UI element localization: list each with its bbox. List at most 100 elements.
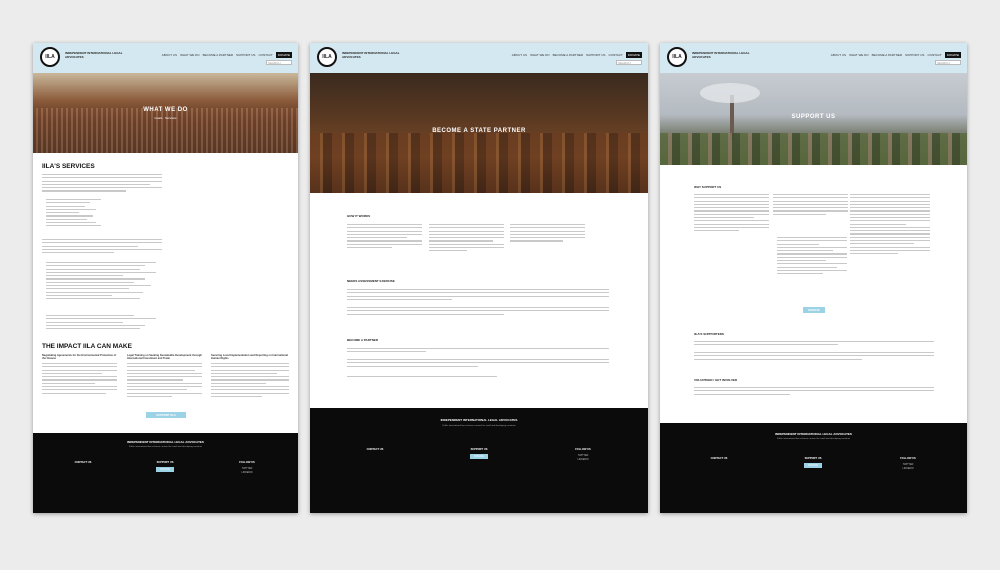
site-header: IILA INDEPENDENT INTERNATIONAL LEGAL ADV… <box>33 43 298 73</box>
impact-col-3-title: Securing Local Implementation and Report… <box>211 354 288 361</box>
donate-button[interactable]: DONATE <box>625 52 642 58</box>
nav-support[interactable]: SUPPORT US <box>586 53 605 57</box>
assembly-seats <box>33 108 298 153</box>
main-nav: ABOUT US WHAT WE DO BECOME A PARTNER SUP… <box>162 52 292 58</box>
supporters-paragraph-1 <box>694 341 934 348</box>
main-nav: ABOUT US WHAT WE DO BECOME A PARTNER SUP… <box>512 52 642 58</box>
partner-paragraph-3 <box>347 376 497 379</box>
nav-support[interactable]: SUPPORT US <box>905 53 924 57</box>
services-list-2 <box>46 262 156 301</box>
footer-support: SUPPORT US DONATE <box>470 448 488 460</box>
nav-contact[interactable]: CONTACT <box>927 53 941 57</box>
iila-logo[interactable]: IILA <box>317 47 337 67</box>
nav-about[interactable]: ABOUT US <box>512 53 527 57</box>
org-name: INDEPENDENT INTERNATIONAL LEGAL ADVOCATE… <box>692 51 750 59</box>
nav-partner[interactable]: BECOME A PARTNER <box>553 53 583 57</box>
how-col-2 <box>429 224 504 254</box>
why-col-3 <box>850 194 930 256</box>
supporters-paragraph-2 <box>694 352 934 362</box>
why-col-1 <box>694 194 769 233</box>
org-name: INDEPENDENT INTERNATIONAL LEGAL ADVOCATE… <box>65 51 123 59</box>
impact-col-2-title: Legal Training on Seeking Sustainable De… <box>127 354 202 361</box>
smoke <box>700 83 760 103</box>
hero-title: SUPPORT US <box>791 114 836 120</box>
services-list <box>46 199 101 229</box>
site-header: IILA INDEPENDENT INTERNATIONAL LEGAL ADV… <box>660 43 967 73</box>
linkedin-link[interactable]: LINKEDIN <box>902 467 913 470</box>
section-title-impact: THE IMPACT IILA CAN MAKE <box>42 343 132 350</box>
footer-support: SUPPORT US DONATE <box>804 457 822 469</box>
page-become-partner: IILA INDEPENDENT INTERNATIONAL LEGAL ADV… <box>310 43 648 513</box>
services-list-3 <box>46 315 156 331</box>
support-iila-button[interactable]: SUPPORT IILA <box>146 412 186 418</box>
nav-what-we-do[interactable]: WHAT WE DO <box>180 53 200 57</box>
nav-contact[interactable]: CONTACT <box>608 53 622 57</box>
footer-org-name: INDEPENDENT INTERNATIONAL LEGAL ADVOCATE… <box>440 418 518 422</box>
needs-paragraph-2 <box>347 307 609 317</box>
footer-support: SUPPORT US DONATE <box>156 461 174 473</box>
hero-title: WHAT WE DO <box>143 107 188 113</box>
org-name: INDEPENDENT INTERNATIONAL LEGAL ADVOCATE… <box>342 51 400 59</box>
iila-logo[interactable]: IILA <box>667 47 687 67</box>
impact-col-1-title: Negotiating Agreements for the Environme… <box>42 354 117 361</box>
impact-col-3-text <box>211 363 289 399</box>
book-spines <box>310 133 648 193</box>
footer-tagline: Public international law in-house counse… <box>128 446 203 448</box>
why-col-2 <box>773 194 848 217</box>
footer-follow: FOLLOW US TWITTER LINKEDIN <box>575 448 591 461</box>
nav-about[interactable]: ABOUT US <box>162 53 177 57</box>
impact-col-2-text <box>127 363 202 399</box>
needs-assessment-title: NEEDS ASSESSMENT EXERCISE <box>347 279 395 283</box>
nav-partner[interactable]: BECOME A PARTNER <box>203 53 233 57</box>
donate-button[interactable]: DONATE <box>944 52 961 58</box>
footer-org-name: INDEPENDENT INTERNATIONAL LEGAL ADVOCATE… <box>127 440 204 444</box>
hero-image-assembly: WHAT WE DO Goals · Services <box>33 73 298 153</box>
search-input[interactable]: SEARCH <box>616 60 642 65</box>
why-bullets <box>777 237 847 276</box>
how-it-works-title: HOW IT WORKS <box>347 214 371 218</box>
footer-donate-button[interactable]: DONATE <box>804 463 822 469</box>
nav-what-we-do[interactable]: WHAT WE DO <box>530 53 550 57</box>
iila-logo[interactable]: IILA <box>40 47 60 67</box>
how-col-3 <box>510 224 585 244</box>
why-support-title: WHY SUPPORT US <box>694 185 722 189</box>
services-paragraph <box>42 174 162 194</box>
partner-paragraph-1 <box>347 348 609 355</box>
hero-title: BECOME A STATE PARTNER <box>432 128 526 134</box>
page-what-we-do: IILA INDEPENDENT INTERNATIONAL LEGAL ADV… <box>33 43 298 513</box>
nav-contact[interactable]: CONTACT <box>258 53 272 57</box>
impact-col-1-text <box>42 363 117 396</box>
donate-cta-button[interactable]: DONATE <box>803 307 825 313</box>
page-support-us: IILA INDEPENDENT INTERNATIONAL LEGAL ADV… <box>660 43 967 513</box>
linkedin-link[interactable]: LINKEDIN <box>241 471 252 474</box>
footer-follow: FOLLOW US TWITTER LINKEDIN <box>239 461 255 474</box>
how-col-1 <box>347 224 422 250</box>
volunteer-title: VOLUNTEER / GET INVOLVED <box>694 378 738 382</box>
nav-support[interactable]: SUPPORT US <box>236 53 255 57</box>
footer-donate-button[interactable]: DONATE <box>156 467 174 473</box>
nav-what-we-do[interactable]: WHAT WE DO <box>849 53 869 57</box>
become-partner-title: BECOME A PARTNER <box>347 338 379 342</box>
site-header: IILA INDEPENDENT INTERNATIONAL LEGAL ADV… <box>310 43 648 73</box>
main-nav: ABOUT US WHAT WE DO BECOME A PARTNER SUP… <box>831 52 961 58</box>
footer-contact: CONTACT US <box>710 457 728 460</box>
footer-org-name: INDEPENDENT INTERNATIONAL LEGAL ADVOCATE… <box>775 432 852 436</box>
nav-about[interactable]: ABOUT US <box>831 53 846 57</box>
hero-subtitle: Goals · Services <box>154 116 177 120</box>
footer-contact: CONTACT US <box>366 448 384 451</box>
site-footer: INDEPENDENT INTERNATIONAL LEGAL ADVOCATE… <box>33 433 298 513</box>
site-footer: INDEPENDENT INTERNATIONAL LEGAL ADVOCATE… <box>660 423 967 513</box>
linkedin-link[interactable]: LINKEDIN <box>577 458 588 461</box>
footer-tagline: Public international law in-house counse… <box>442 425 516 427</box>
footer-follow: FOLLOW US TWITTER LINKEDIN <box>900 457 916 470</box>
nav-partner[interactable]: BECOME A PARTNER <box>872 53 902 57</box>
donate-button[interactable]: DONATE <box>275 52 292 58</box>
needs-paragraph-1 <box>347 289 609 302</box>
search-input[interactable]: SEARCH <box>266 60 292 65</box>
services-paragraph-2 <box>42 239 162 255</box>
hero-image-industry: SUPPORT US <box>660 73 967 165</box>
search-input[interactable]: SEARCH <box>935 60 961 65</box>
town-houses <box>660 133 967 165</box>
footer-donate-button[interactable]: DONATE <box>470 454 488 460</box>
footer-contact: CONTACT US <box>74 461 92 464</box>
